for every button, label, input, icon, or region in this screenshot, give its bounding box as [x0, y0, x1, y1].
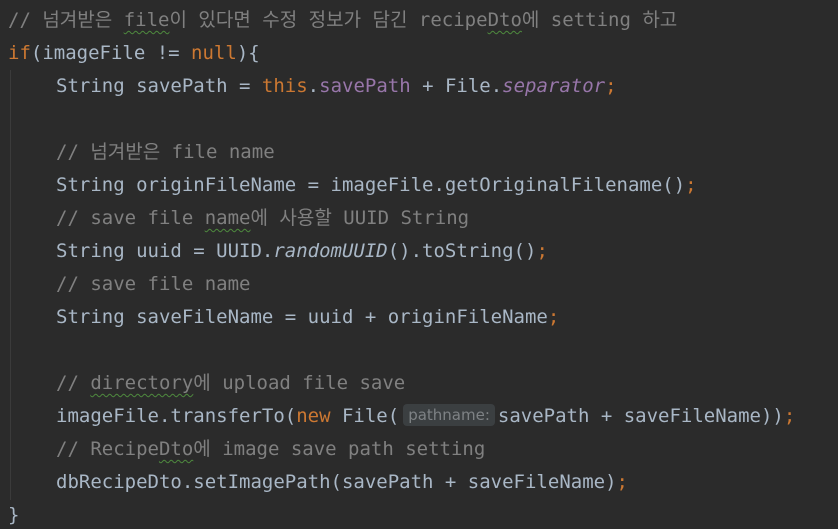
code-editor[interactable]: // 넘겨받은 file이 있다면 수정 정보가 담긴 recipeDto에 s… [0, 0, 838, 529]
semicolon: ; [547, 306, 560, 328]
spelling-typo: file [123, 9, 170, 31]
code-text: savePath + saveFileName)) [497, 405, 784, 427]
code-text: imageFile.transferTo( [56, 405, 297, 427]
keyword-this: this [261, 75, 308, 97]
keyword-null: null [191, 42, 237, 64]
comment-text: // [56, 372, 91, 394]
comment-text: // 넘겨받은 file name [56, 141, 275, 163]
comment-text: // Recipe [56, 438, 159, 460]
semicolon: ; [685, 174, 697, 196]
semicolon: ; [616, 471, 628, 493]
keyword-new: new [296, 405, 331, 427]
field-savepath: savePath [319, 75, 411, 97]
comment-text: 에 upload file save [193, 372, 406, 394]
comment-text: // 넘겨받은 [8, 9, 124, 31]
code-text: ().toString() [387, 240, 537, 262]
static-field-separator: separator [502, 75, 606, 97]
code-line-8[interactable]: String uuid = UUID.randomUUID().toString… [56, 235, 548, 268]
comment-text: // save file [56, 207, 205, 229]
code-line-10[interactable]: String saveFileName = uuid + originFileN… [56, 301, 559, 334]
spelling-typo: directory [90, 372, 194, 394]
comment-text: 에 image save path setting [193, 438, 486, 460]
code-line-15[interactable]: dbRecipeDto.setImagePath(savePath + save… [56, 466, 628, 499]
spelling-typo: name [204, 207, 251, 229]
code-line-2[interactable]: if(imageFile != null){ [8, 37, 260, 70]
static-method-randomuuid: randomUUID [273, 240, 388, 262]
code-text: String uuid = UUID. [56, 240, 274, 262]
code-text: ){ [236, 42, 260, 64]
code-line-3[interactable]: String savePath = this.savePath + File.s… [56, 70, 617, 103]
code-text: String savePath = [56, 75, 262, 97]
code-text: + File. [410, 75, 503, 97]
code-text: . [307, 75, 320, 97]
code-line-16[interactable]: } [8, 499, 19, 529]
indent-guide [10, 70, 11, 500]
spelling-typo: Dto [487, 9, 522, 31]
code-line-13[interactable]: imageFile.transferTo(new File(pathname: s… [56, 400, 795, 433]
code-line-7[interactable]: // save file name에 사용할 UUID String [56, 202, 469, 235]
code-line-1[interactable]: // 넘겨받은 file이 있다면 수정 정보가 담긴 recipeDto에 s… [8, 4, 677, 37]
spelling-typo: Dto [158, 438, 194, 460]
code-text: File( [330, 405, 400, 427]
code-text: String saveFileName = uuid + originFileN… [56, 306, 548, 328]
code-text: dbRecipeDto.setImagePath(savePath + save… [56, 471, 617, 493]
comment-text: 에 사용할 UUID String [250, 207, 470, 229]
comment-text: 이 있다면 수정 정보가 담긴 recipe [169, 9, 488, 31]
code-line-12[interactable]: // directory에 upload file save [56, 367, 405, 400]
comment-text: 에 setting 하고 [521, 9, 678, 31]
code-line-9[interactable]: // save file name [56, 268, 250, 301]
code-text: String originFileName = imageFile.getOri… [56, 174, 686, 196]
semicolon: ; [536, 240, 548, 262]
parameter-hint: pathname: [403, 404, 495, 426]
closing-brace: } [8, 504, 20, 526]
semicolon: ; [783, 405, 796, 427]
code-line-5[interactable]: // 넘겨받은 file name [56, 136, 275, 169]
code-line-6[interactable]: String originFileName = imageFile.getOri… [56, 169, 697, 202]
comment-text: // save file name [56, 273, 251, 295]
semicolon: ; [605, 75, 617, 97]
code-line-14[interactable]: // RecipeDto에 image save path setting [56, 433, 485, 466]
keyword-if: if [8, 42, 31, 64]
code-text: (imageFile != [30, 42, 192, 64]
